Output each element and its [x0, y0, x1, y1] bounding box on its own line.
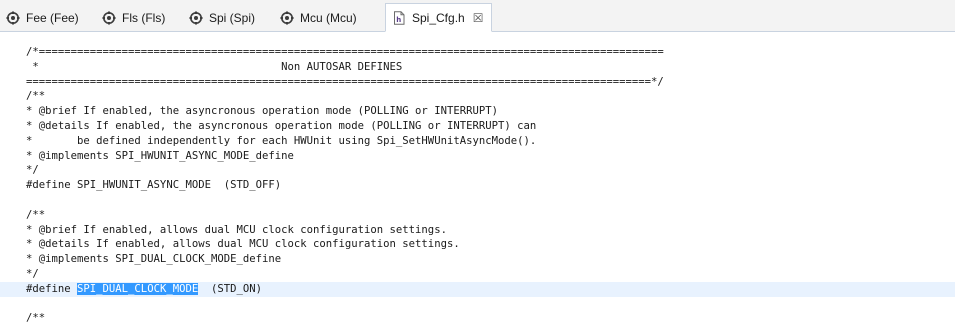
code-lines: /*======================================… [0, 45, 955, 326]
tab-label: Fee (Fee) [26, 10, 79, 25]
code-line: * @implements SPI_HWUNIT_ASYNC_MODE_defi… [26, 149, 294, 162]
gear-config-icon [189, 11, 203, 25]
code-line: /** [26, 90, 46, 103]
current-code-line: #define SPI_DUAL_CLOCK_MODE (STD_ON) [0, 281, 955, 297]
selected-text: SPI_DUAL_CLOCK_MODE [77, 282, 199, 295]
code-line: * Non AUTOSAR DEFINES [26, 60, 403, 73]
code-line: * @details If enabled, the asyncronous o… [26, 119, 537, 132]
gear-config-icon [6, 11, 20, 25]
code-line: * @brief If enabled, the asyncronous ope… [26, 105, 498, 118]
tab-mcu[interactable]: Mcu (Mcu) [280, 4, 357, 31]
header-file-icon: h [392, 10, 406, 25]
tab-fee[interactable]: Fee (Fee) [6, 4, 79, 31]
editor-window: Fee (Fee) Fls (Fls) Spi (Spi) Mcu (Mcu) … [0, 0, 955, 327]
code-line: * be defined independently for each HWUn… [26, 134, 537, 147]
code-line: */ [26, 164, 39, 177]
code-token-value: (STD_ON) [198, 282, 262, 295]
code-token-define: #define [26, 282, 78, 295]
tab-fls[interactable]: Fls (Fls) [102, 4, 165, 31]
code-editor[interactable]: /*======================================… [0, 32, 955, 327]
code-line: /** [26, 208, 46, 221]
tab-spi[interactable]: Spi (Spi) [189, 4, 255, 31]
editor-tab-bar: Fee (Fee) Fls (Fls) Spi (Spi) Mcu (Mcu) … [0, 0, 955, 32]
svg-text:h: h [396, 16, 401, 24]
code-line: #define SPI_HWUNIT_ASYNC_MODE (STD_OFF) [26, 179, 282, 192]
code-line: * @brief If enabled, allows dual MCU clo… [26, 223, 447, 236]
close-tab-icon[interactable]: ☒ [473, 11, 484, 25]
code-line: /*======================================… [26, 46, 664, 58]
gear-config-icon [280, 11, 294, 25]
tab-label: Spi (Spi) [209, 10, 256, 25]
tab-label: Spi_Cfg.h [412, 10, 465, 25]
gear-config-icon [102, 11, 116, 25]
code-line: * @details If enabled, allows dual MCU c… [26, 238, 460, 251]
tab-label: Mcu (Mcu) [300, 10, 357, 25]
code-line: ========================================… [26, 75, 664, 88]
code-line: * @implements SPI_DUAL_CLOCK_MODE_define [26, 253, 282, 266]
tab-spi-cfg-h[interactable]: h Spi_Cfg.h ☒ [385, 3, 493, 32]
code-line: /** [26, 312, 46, 325]
tab-label: Fls (Fls) [122, 10, 166, 25]
code-line: */ [26, 267, 39, 280]
